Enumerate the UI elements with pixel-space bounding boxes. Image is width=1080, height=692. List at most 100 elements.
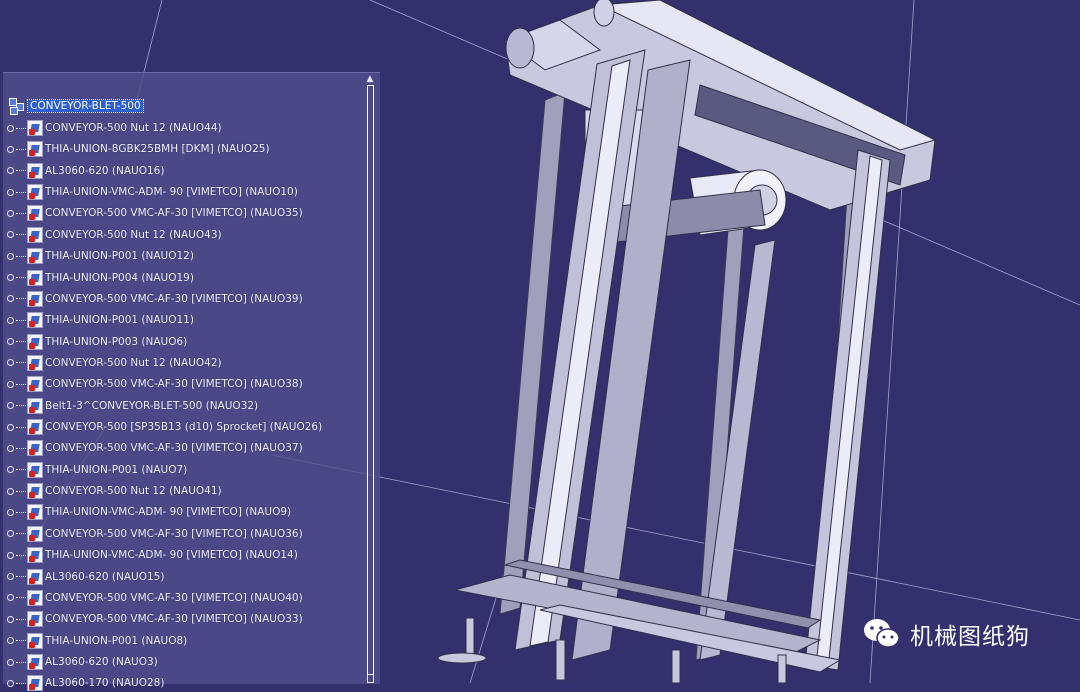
conveyor-assembly-model[interactable] [437,0,937,683]
tree-connector [16,426,26,428]
tree-node[interactable]: THIA-UNION-VMC-ADM- 90 [VIMETCO] (NAUO9) [7,503,291,521]
expand-toggle-icon[interactable] [7,658,14,666]
tree-node[interactable]: THIA-UNION-VMC-ADM- 90 [VIMETCO] (NAUO10… [7,183,298,201]
part-icon [27,568,43,585]
tree-node-label: AL3060-620 (NAUO15) [45,570,165,583]
expand-toggle-icon[interactable] [7,188,14,196]
tree-connector [16,298,26,300]
tree-node[interactable]: CONVEYOR-500 VMC-AF-30 [VIMETCO] (NAUO40… [7,589,303,607]
expand-toggle-icon[interactable] [7,316,14,324]
tree-node[interactable]: Belt1-3^CONVEYOR-BLET-500 (NAUO32) [7,397,258,415]
tree-node[interactable]: CONVEYOR-500 Nut 12 (NAUO42) [7,354,222,372]
tree-node[interactable]: CONVEYOR-500 [SP35B13 (d10) Sprocket] (N… [7,418,322,436]
expand-toggle-icon[interactable] [7,508,14,516]
tree-node-label: CONVEYOR-500 Nut 12 (NAUO44) [45,122,222,134]
part-icon [27,290,43,307]
tree-node[interactable]: THIA-UNION-VMC-ADM- 90 [VIMETCO] (NAUO14… [7,546,298,564]
expand-toggle-icon[interactable] [7,466,14,474]
tree-connector [16,277,26,279]
part-icon [27,162,43,179]
expand-toggle-icon[interactable] [7,594,14,602]
tree-node[interactable]: CONVEYOR-500 Nut 12 (NAUO43) [7,226,222,244]
expand-toggle-icon[interactable] [7,444,14,452]
expand-toggle-icon[interactable] [7,359,14,367]
expand-toggle-icon[interactable] [7,573,14,581]
tree-node[interactable]: AL3060-620 (NAUO3) [7,653,158,671]
part-icon [27,440,43,457]
specification-tree-panel[interactable]: CONVEYOR-BLET-500 CONVEYOR-500 Nut 12 (N… [3,72,380,692]
expand-toggle-icon[interactable] [7,252,14,260]
tree-connector [16,383,26,385]
expand-toggle-icon[interactable] [7,231,14,239]
tree-root-node[interactable]: CONVEYOR-BLET-500 [9,97,144,115]
tree-node[interactable]: THIA-UNION-P001 (NAUO11) [7,311,194,329]
tree-node-label: AL3060-620 (NAUO3) [45,656,158,668]
tree-node-label: CONVEYOR-500 VMC-AF-30 [VIMETCO] (NAUO37… [45,442,303,455]
tree-node[interactable]: CONVEYOR-500 VMC-AF-30 [VIMETCO] (NAUO38… [7,375,303,393]
tree-node-label: CONVEYOR-500 VMC-AF-30 [VIMETCO] (NAUO33… [45,613,303,626]
tree-node-label: CONVEYOR-500 Nut 12 (NAUO41) [45,485,222,498]
tree-node[interactable]: CONVEYOR-500 VMC-AF-30 [VIMETCO] (NAUO39… [7,290,303,308]
part-icon [27,354,43,371]
tree-connector [16,362,26,364]
tree-node[interactable]: THIA-UNION-P001 (NAUO7) [7,461,187,479]
expand-toggle-icon[interactable] [7,551,14,559]
expand-toggle-icon[interactable] [7,679,14,687]
tree-node-label: THIA-UNION-P001 (NAUO12) [45,250,194,263]
part-icon [27,483,43,500]
expand-toggle-icon[interactable] [7,167,14,175]
expand-toggle-icon[interactable] [7,145,14,153]
expand-toggle-icon[interactable] [7,637,14,645]
tree-connector [16,255,26,257]
expand-toggle-icon[interactable] [7,615,14,623]
expand-toggle-icon[interactable] [7,380,14,388]
tree-scrollbar[interactable]: ▲ [363,73,377,684]
expand-toggle-icon[interactable] [7,487,14,495]
tree-node-label: CONVEYOR-500 Nut 12 (NAUO42) [45,356,222,369]
tree-node[interactable]: THIA-UNION-P001 (NAUO8) [7,632,187,650]
tree-connector [16,127,26,129]
tree-connector [16,597,26,599]
tree-node[interactable]: CONVEYOR-500 VMC-AF-30 [VIMETCO] (NAUO37… [7,439,303,457]
expand-toggle-icon[interactable] [7,274,14,282]
part-icon [27,312,43,329]
expand-toggle-icon[interactable] [7,295,14,303]
tree-node-label: CONVEYOR-500 VMC-AF-30 [VIMETCO] (NAUO38… [45,378,303,391]
tree-node-label: CONVEYOR-500 VMC-AF-30 [VIMETCO] (NAUO36… [45,527,303,540]
tree-node[interactable]: THIA-UNION-8GBK25BMH [DKM] (NAUO25) [7,140,270,158]
tree-connector [16,640,26,642]
part-icon [27,333,43,350]
part-icon [27,120,43,136]
scroll-up-arrow-icon[interactable]: ▲ [363,73,377,85]
tree-node[interactable]: CONVEYOR-500 VMC-AF-30 [VIMETCO] (NAUO35… [7,204,303,222]
tree-node[interactable]: THIA-UNION-P003 (NAUO6) [7,333,187,351]
expand-toggle-icon[interactable] [7,402,14,410]
tree-connector [16,682,26,684]
scroll-thumb[interactable] [367,85,374,675]
tree-node-label: CONVEYOR-500 VMC-AF-30 [VIMETCO] (NAUO40… [45,591,303,604]
expand-toggle-icon[interactable] [7,209,14,217]
tree-node-label: THIA-UNION-VMC-ADM- 90 [VIMETCO] (NAUO10… [45,186,298,199]
tree-node-label: THIA-UNION-P003 (NAUO6) [45,335,188,348]
tree-node[interactable]: CONVEYOR-500 VMC-AF-30 [VIMETCO] (NAUO33… [7,610,303,628]
tree-node[interactable]: CONVEYOR-500 VMC-AF-30 [VIMETCO] (NAUO36… [7,525,303,543]
tree-node[interactable]: CONVEYOR-500 Nut 12 (NAUO41) [7,482,222,500]
tree-connector [16,170,26,172]
expand-toggle-icon[interactable] [7,338,14,346]
tree-node[interactable]: AL3060-620 (NAUO15) [7,568,164,586]
expand-toggle-icon[interactable] [7,530,14,538]
expand-toggle-icon[interactable] [7,124,14,132]
tree-node[interactable]: THIA-UNION-P004 (NAUO19) [7,269,194,287]
tree-node[interactable]: AL3060-170 (NAUO28) [7,674,164,692]
tree-connector [16,341,26,343]
wechat-icon [864,619,900,648]
tree-node[interactable]: AL3060-620 (NAUO16) [7,162,164,180]
tree-connector [16,554,26,556]
tree-node[interactable]: THIA-UNION-P001 (NAUO12) [7,247,194,265]
expand-toggle-icon[interactable] [7,423,14,431]
part-icon [27,654,43,670]
tree-connector [16,533,26,535]
tree-connector [16,469,26,471]
tree-node[interactable]: CONVEYOR-500 Nut 12 (NAUO44) [7,119,222,137]
tree-connector [16,234,26,236]
